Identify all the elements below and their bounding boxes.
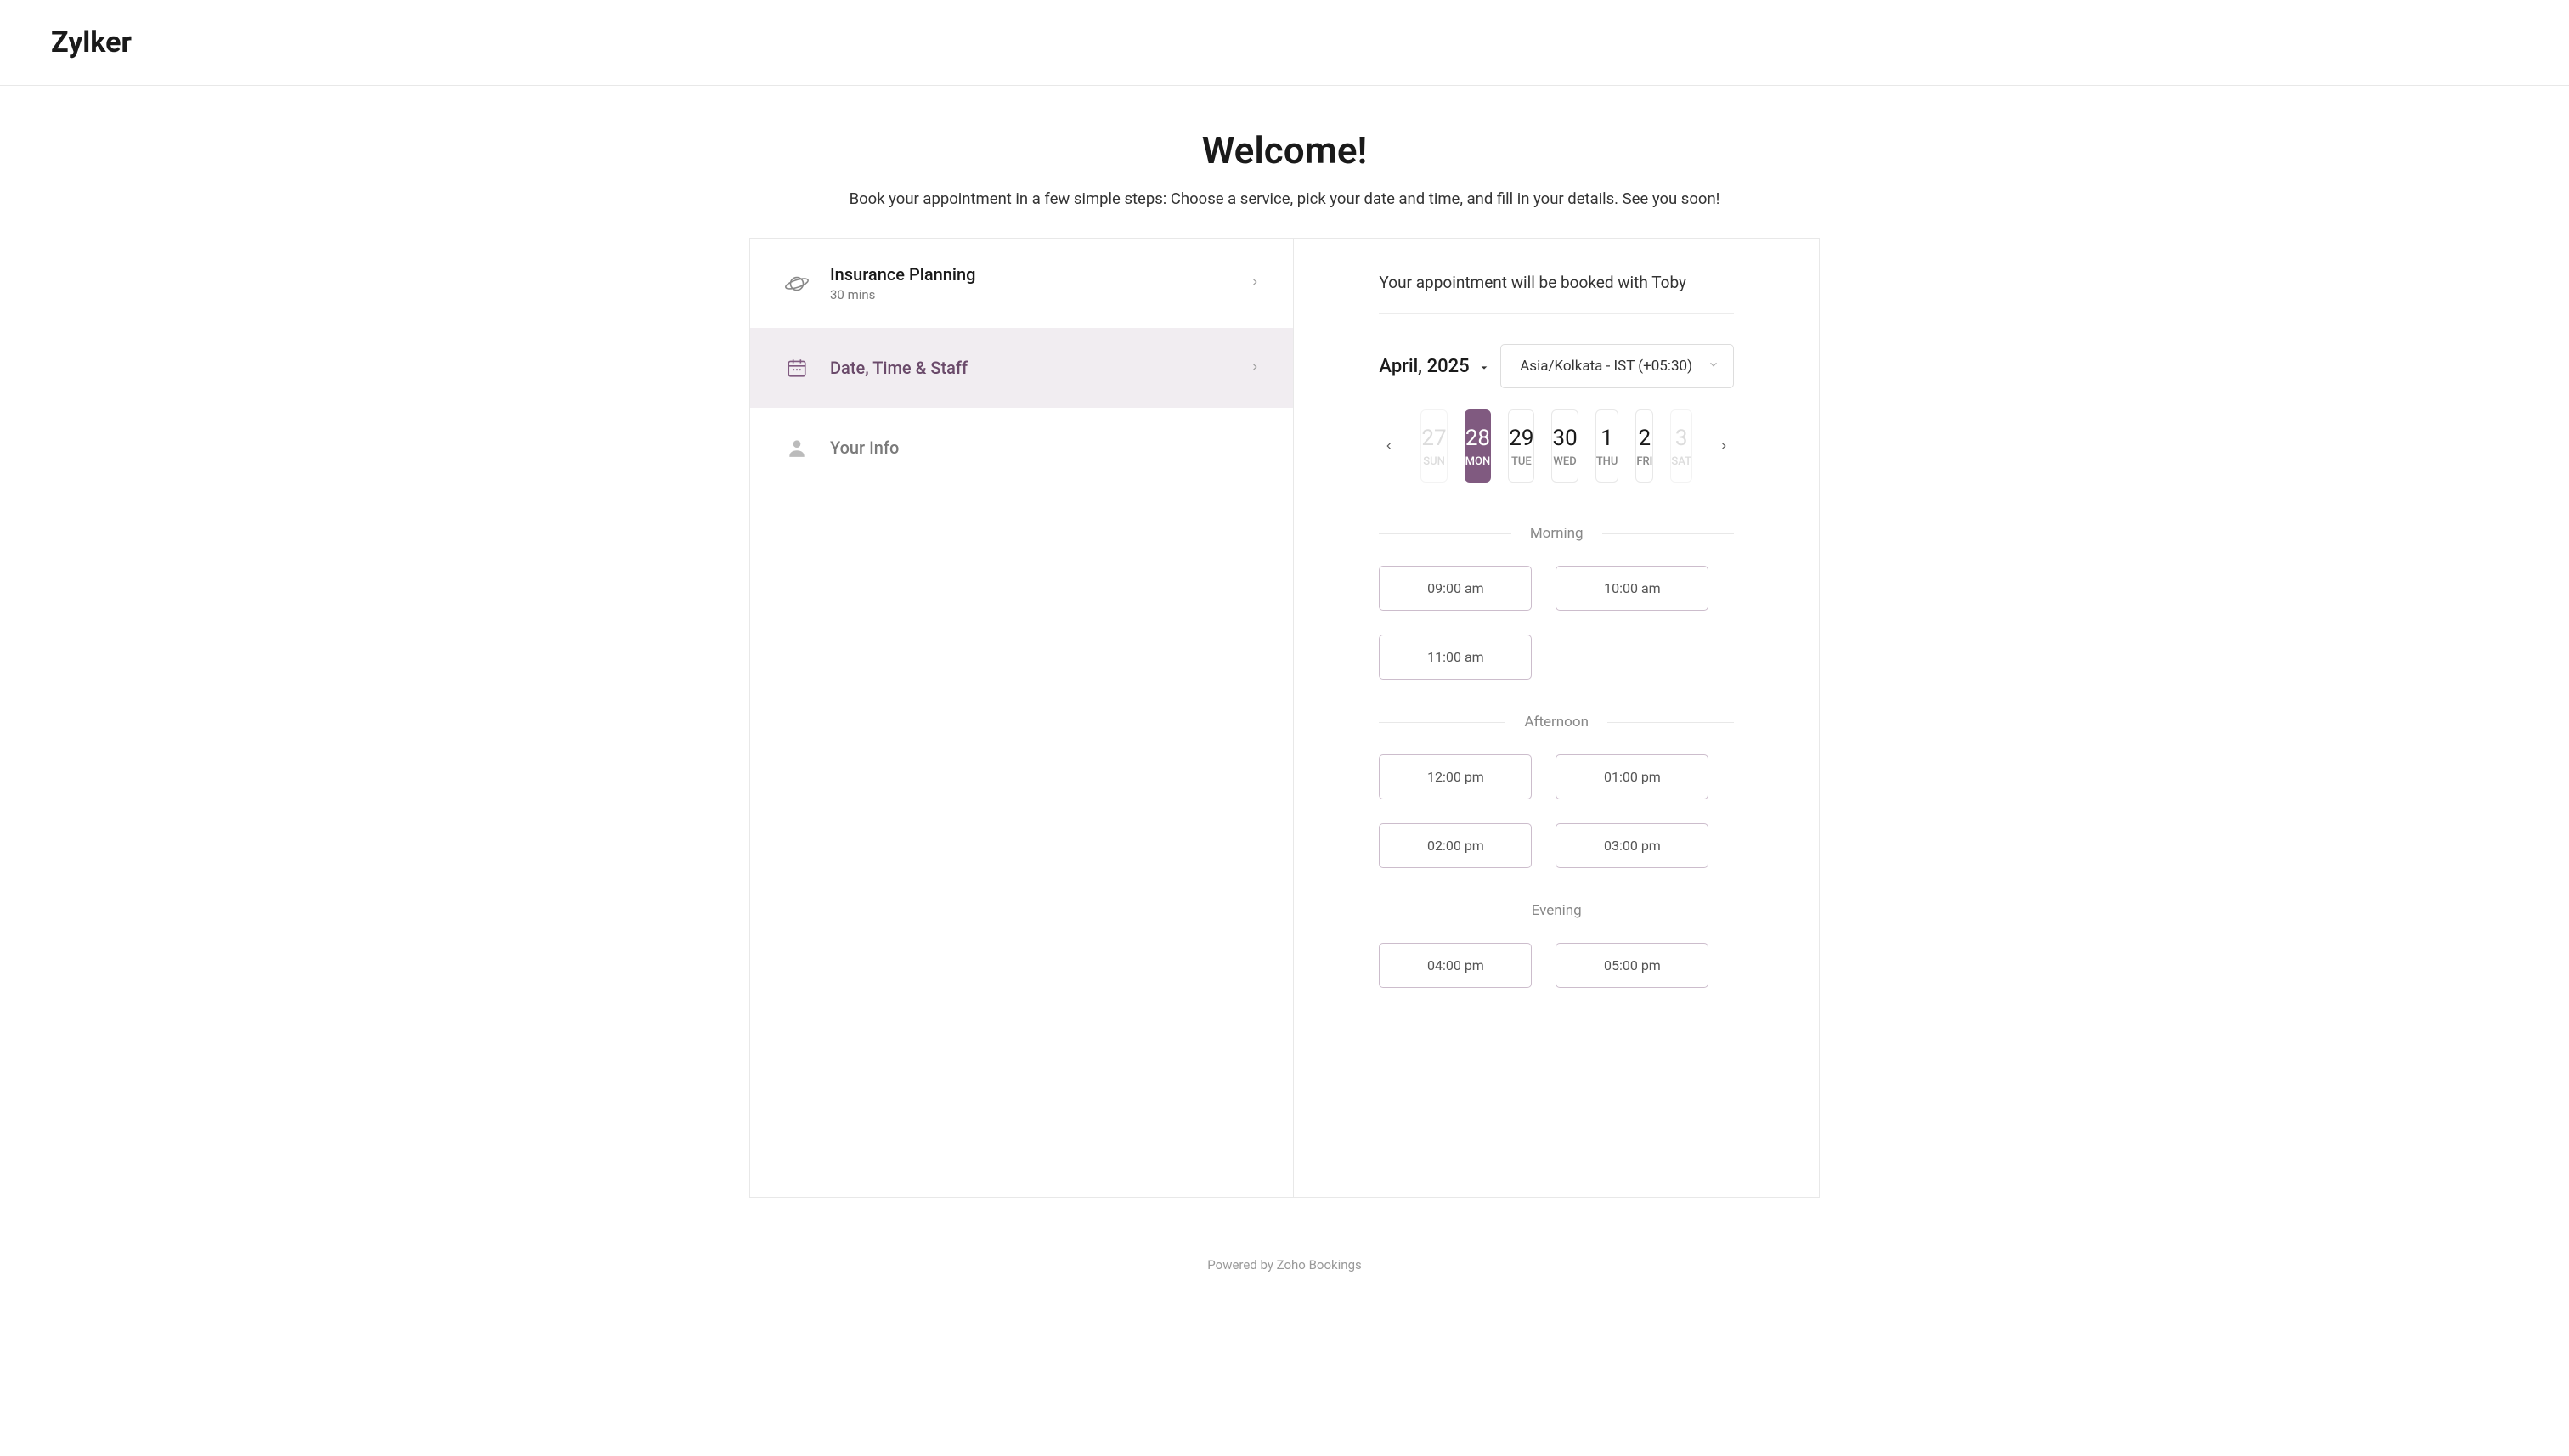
step-service-title: Insurance Planning bbox=[830, 264, 1230, 285]
timezone-selector[interactable]: Asia/Kolkata - IST (+05:30) bbox=[1500, 344, 1734, 388]
date-number: 29 bbox=[1509, 426, 1533, 451]
step-datetime-title: Date, Time & Staff bbox=[830, 358, 1230, 378]
date-number: 3 bbox=[1671, 426, 1691, 451]
time-slot-button[interactable]: 09:00 am bbox=[1379, 566, 1532, 611]
time-slot-button[interactable]: 10:00 am bbox=[1556, 566, 1708, 611]
date-weekday: WED bbox=[1552, 455, 1577, 468]
step-your-info[interactable]: Your Info bbox=[750, 408, 1293, 488]
page-subtitle: Book your appointment in a few simple st… bbox=[749, 189, 1820, 208]
date-card-2[interactable]: 2 FRI bbox=[1635, 409, 1653, 483]
prev-dates-button[interactable] bbox=[1379, 432, 1399, 460]
time-slot-button[interactable]: 03:00 pm bbox=[1556, 823, 1708, 868]
step-datetime[interactable]: Date, Time & Staff bbox=[750, 328, 1293, 408]
date-card-29[interactable]: 29 TUE bbox=[1508, 409, 1534, 483]
time-slot-button[interactable]: 11:00 am bbox=[1379, 635, 1532, 680]
slot-section-evening: Evening 04:00 pm 05:00 pm bbox=[1379, 902, 1734, 988]
date-card-30[interactable]: 30 WED bbox=[1551, 409, 1578, 483]
person-icon bbox=[782, 433, 811, 462]
date-card-3: 3 SAT bbox=[1670, 409, 1692, 483]
chevron-right-icon bbox=[1249, 275, 1261, 291]
caret-down-icon bbox=[1478, 356, 1490, 377]
date-card-1[interactable]: 1 THU bbox=[1595, 409, 1619, 483]
date-weekday: TUE bbox=[1509, 455, 1533, 468]
steps-sidebar: Insurance Planning 30 mins bbox=[750, 239, 1294, 1197]
chevron-right-icon bbox=[1249, 360, 1261, 376]
date-weekday: SAT bbox=[1671, 455, 1691, 468]
date-weekday: MON bbox=[1465, 455, 1491, 468]
footer-credit: Powered by Zoho Bookings bbox=[749, 1198, 1820, 1298]
date-number: 1 bbox=[1596, 426, 1618, 451]
brand-logo: Zylker bbox=[51, 25, 2518, 59]
slot-section-label: Morning bbox=[1511, 525, 1602, 542]
step-service-duration: 30 mins bbox=[830, 287, 1230, 302]
date-number: 2 bbox=[1636, 426, 1652, 451]
step-service[interactable]: Insurance Planning 30 mins bbox=[750, 239, 1293, 328]
chevron-down-icon bbox=[1708, 358, 1719, 375]
time-slot-button[interactable]: 05:00 pm bbox=[1556, 943, 1708, 988]
date-number: 30 bbox=[1552, 426, 1577, 451]
calendar-icon bbox=[782, 353, 811, 382]
date-weekday: THU bbox=[1596, 455, 1618, 468]
date-weekday: FRI bbox=[1636, 455, 1652, 468]
step-info-title: Your Info bbox=[830, 437, 1261, 458]
date-number: 28 bbox=[1465, 426, 1491, 451]
time-slot-button[interactable]: 04:00 pm bbox=[1379, 943, 1532, 988]
month-label: April, 2025 bbox=[1379, 356, 1469, 377]
timezone-label: Asia/Kolkata - IST (+05:30) bbox=[1520, 358, 1692, 375]
slot-section-label: Afternoon bbox=[1505, 714, 1607, 731]
date-card-28[interactable]: 28 MON bbox=[1465, 409, 1492, 483]
page-title: Welcome! bbox=[749, 128, 1820, 172]
month-selector[interactable]: April, 2025 bbox=[1379, 356, 1489, 377]
slot-section-label: Evening bbox=[1513, 902, 1601, 919]
time-slot-button[interactable]: 12:00 pm bbox=[1379, 754, 1532, 799]
date-card-27: 27 SUN bbox=[1420, 409, 1447, 483]
planet-icon bbox=[782, 269, 811, 298]
slot-section-afternoon: Afternoon 12:00 pm 01:00 pm 02:00 pm 03:00 p… bbox=[1379, 714, 1734, 868]
booked-with-text: Your appointment will be booked with Tob… bbox=[1379, 273, 1734, 314]
date-number: 27 bbox=[1421, 426, 1446, 451]
time-slot-button[interactable]: 01:00 pm bbox=[1556, 754, 1708, 799]
time-slot-button[interactable]: 02:00 pm bbox=[1379, 823, 1532, 868]
slot-section-morning: Morning 09:00 am 10:00 am 11:00 am bbox=[1379, 525, 1734, 680]
next-dates-button[interactable] bbox=[1714, 432, 1734, 460]
date-weekday: SUN bbox=[1421, 455, 1446, 468]
